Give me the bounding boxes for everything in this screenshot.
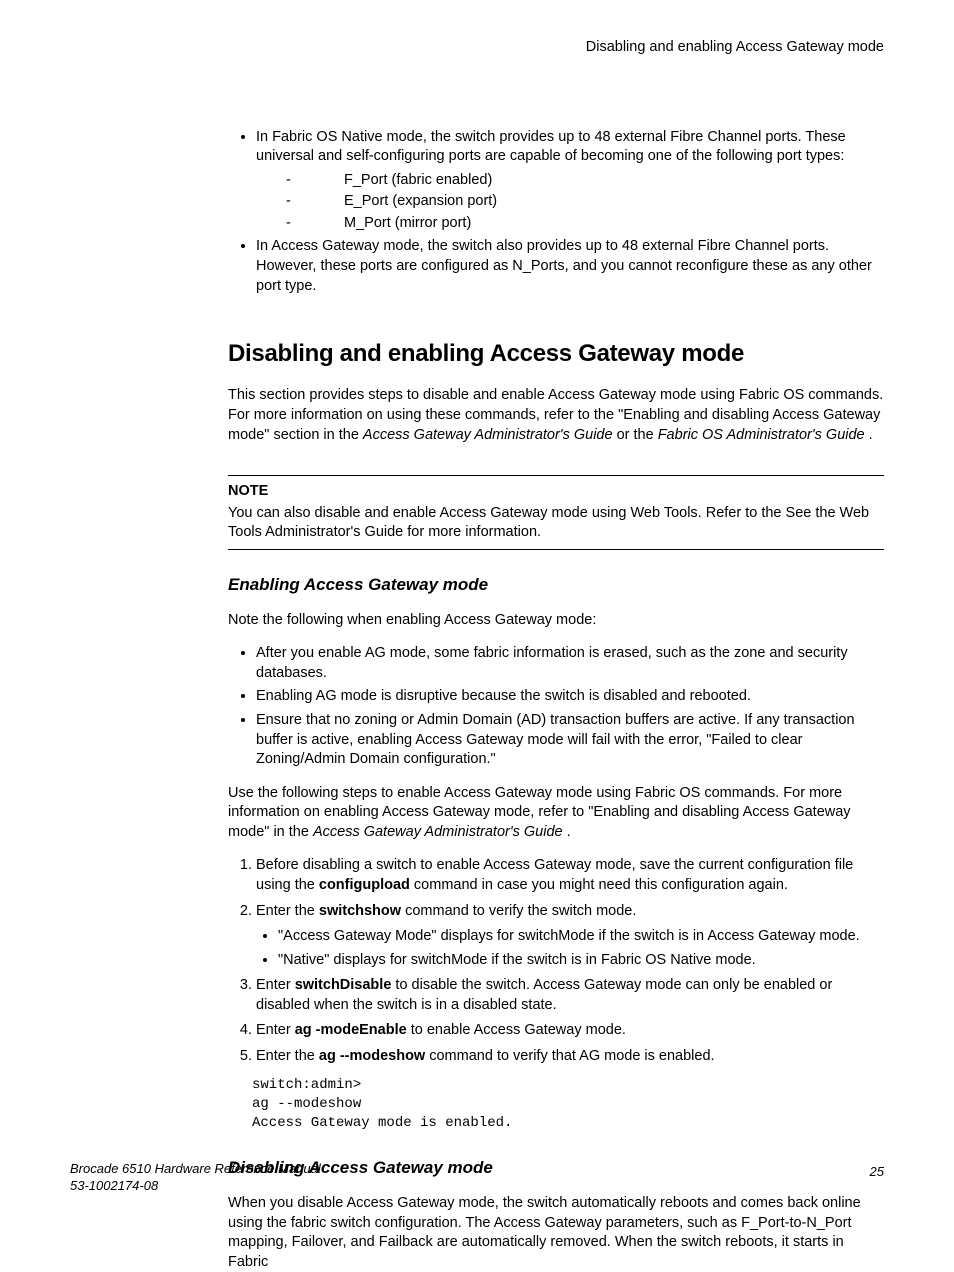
step-item: Enter ag ‑modeEnable to enable Access Ga… <box>256 1021 884 1041</box>
enable-lead-paragraph: Note the following when enabling Access … <box>228 611 884 631</box>
terminal-output: switch:admin> ag --modeshow Access Gatew… <box>252 1076 884 1133</box>
list-item: After you enable AG mode, some fabric in… <box>256 644 884 683</box>
command-text: switchshow <box>319 903 401 919</box>
note-body: You can also disable and enable Access G… <box>228 504 884 543</box>
paragraph-text: . <box>865 427 873 443</box>
step-text: Enter <box>256 1022 295 1038</box>
enable-steps-list: Before disabling a switch to enable Acce… <box>228 856 884 1066</box>
step-item: Enter switchDisable to disable the switc… <box>256 976 884 1015</box>
page-number: 25 <box>870 1163 884 1181</box>
list-item: E_Port (expansion port) <box>286 192 884 212</box>
list-text: F_Port (fabric enabled) <box>286 171 492 191</box>
step-item: Before disabling a switch to enable Acce… <box>256 856 884 895</box>
list-item: F_Port (fabric enabled) <box>286 171 884 191</box>
command-text: switchDisable <box>295 977 392 993</box>
step-text: command in case you might need this conf… <box>410 877 788 893</box>
paragraph-text: . <box>563 824 571 840</box>
reference-title: Access Gateway Administrator's Guide <box>363 427 613 443</box>
list-text: M_Port (mirror port) <box>286 214 471 234</box>
subsection-heading-enable: Enabling Access Gateway mode <box>228 574 884 597</box>
port-modes-list: In Fabric OS Native mode, the switch pro… <box>228 128 884 297</box>
paragraph-text: or the <box>613 427 658 443</box>
list-item: M_Port (mirror port) <box>286 214 884 234</box>
list-text: E_Port (expansion port) <box>286 192 497 212</box>
running-header: Disabling and enabling Access Gateway mo… <box>228 38 884 58</box>
list-text: In Fabric OS Native mode, the switch pro… <box>256 129 846 165</box>
note-box: NOTE You can also disable and enable Acc… <box>228 475 884 550</box>
page: Disabling and enabling Access Gateway mo… <box>0 0 954 1235</box>
step-item: Enter the ag --modeshow command to verif… <box>256 1047 884 1067</box>
port-types-sublist: F_Port (fabric enabled) E_Port (expansio… <box>256 171 884 234</box>
list-item: In Access Gateway mode, the switch also … <box>256 237 884 296</box>
list-item: Ensure that no zoning or Admin Domain (A… <box>256 711 884 770</box>
enable-steps-intro: Use the following steps to enable Access… <box>228 784 884 843</box>
step-text: Enter the <box>256 1048 319 1064</box>
footer-doc-title: Brocade 6510 Hardware Reference Manual <box>70 1160 884 1178</box>
enable-notes-list: After you enable AG mode, some fabric in… <box>228 644 884 769</box>
command-text: ag ‑modeEnable <box>295 1022 407 1038</box>
command-text: configupload <box>319 877 410 893</box>
command-text: ag --modeshow <box>319 1048 425 1064</box>
step-text: Enter the <box>256 903 319 919</box>
disable-paragraph: When you disable Access Gateway mode, th… <box>228 1194 884 1272</box>
step-text: to enable Access Gateway mode. <box>407 1022 626 1038</box>
step-item: Enter the switchshow command to verify t… <box>256 902 884 971</box>
step-text: command to verify the switch mode. <box>401 903 636 919</box>
step-text: Enter <box>256 977 295 993</box>
section-heading: Disabling and enabling Access Gateway mo… <box>228 338 884 370</box>
list-text: In Access Gateway mode, the switch also … <box>256 238 872 293</box>
note-label: NOTE <box>228 482 884 502</box>
footer-doc-number: 53-1002174-08 <box>70 1177 884 1195</box>
step-text: command to verify that AG mode is enable… <box>425 1048 714 1064</box>
list-item: "Access Gateway Mode" displays for switc… <box>278 927 884 947</box>
reference-title: Access Gateway Administrator's Guide <box>313 824 563 840</box>
step-sublist: "Access Gateway Mode" displays for switc… <box>256 927 884 970</box>
reference-title: Fabric OS Administrator's Guide <box>658 427 865 443</box>
list-item: In Fabric OS Native mode, the switch pro… <box>256 128 884 234</box>
list-item: "Native" displays for switchMode if the … <box>278 951 884 971</box>
list-item: Enabling AG mode is disruptive because t… <box>256 687 884 707</box>
section-intro-paragraph: This section provides steps to disable a… <box>228 386 884 445</box>
page-footer: Brocade 6510 Hardware Reference Manual 5… <box>70 1160 884 1195</box>
